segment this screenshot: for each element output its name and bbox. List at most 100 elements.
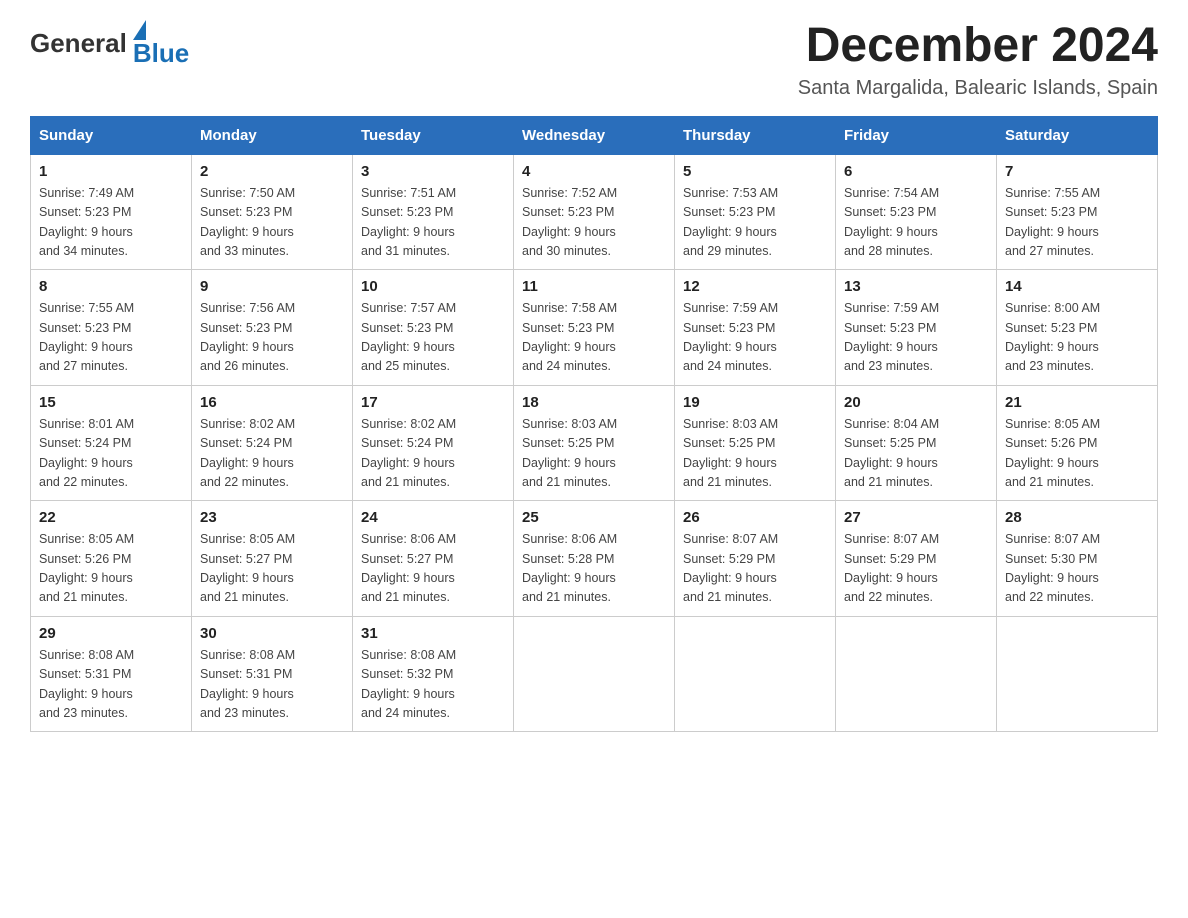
day-cell-20: 20 Sunrise: 8:04 AM Sunset: 5:25 PM Dayl… xyxy=(836,385,997,501)
empty-cell xyxy=(514,616,675,732)
day-info: Sunrise: 7:56 AM Sunset: 5:23 PM Dayligh… xyxy=(200,301,295,373)
day-cell-30: 30 Sunrise: 8:08 AM Sunset: 5:31 PM Dayl… xyxy=(192,616,353,732)
day-number: 19 xyxy=(683,394,827,411)
day-number: 15 xyxy=(39,394,183,411)
calendar-table: SundayMondayTuesdayWednesdayThursdayFrid… xyxy=(30,116,1158,733)
day-info: Sunrise: 8:06 AM Sunset: 5:27 PM Dayligh… xyxy=(361,532,456,604)
day-info: Sunrise: 7:53 AM Sunset: 5:23 PM Dayligh… xyxy=(683,186,778,258)
day-info: Sunrise: 8:00 AM Sunset: 5:23 PM Dayligh… xyxy=(1005,301,1100,373)
day-cell-11: 11 Sunrise: 7:58 AM Sunset: 5:23 PM Dayl… xyxy=(514,270,675,386)
day-info: Sunrise: 8:03 AM Sunset: 5:25 PM Dayligh… xyxy=(683,417,778,489)
day-info: Sunrise: 7:59 AM Sunset: 5:23 PM Dayligh… xyxy=(683,301,778,373)
day-number: 4 xyxy=(522,163,666,180)
day-number: 30 xyxy=(200,625,344,642)
day-info: Sunrise: 7:55 AM Sunset: 5:23 PM Dayligh… xyxy=(1005,186,1100,258)
day-cell-1: 1 Sunrise: 7:49 AM Sunset: 5:23 PM Dayli… xyxy=(31,154,192,270)
column-header-monday: Monday xyxy=(192,116,353,154)
day-info: Sunrise: 7:51 AM Sunset: 5:23 PM Dayligh… xyxy=(361,186,456,258)
day-number: 11 xyxy=(522,278,666,295)
column-header-thursday: Thursday xyxy=(675,116,836,154)
page-header: General Blue December 2024 Santa Margali… xyxy=(30,20,1158,100)
day-number: 31 xyxy=(361,625,505,642)
day-number: 7 xyxy=(1005,163,1149,180)
day-info: Sunrise: 7:59 AM Sunset: 5:23 PM Dayligh… xyxy=(844,301,939,373)
day-cell-22: 22 Sunrise: 8:05 AM Sunset: 5:26 PM Dayl… xyxy=(31,501,192,617)
day-cell-7: 7 Sunrise: 7:55 AM Sunset: 5:23 PM Dayli… xyxy=(997,154,1158,270)
empty-cell xyxy=(997,616,1158,732)
week-row-3: 15 Sunrise: 8:01 AM Sunset: 5:24 PM Dayl… xyxy=(31,385,1158,501)
day-info: Sunrise: 8:05 AM Sunset: 5:27 PM Dayligh… xyxy=(200,532,295,604)
day-number: 23 xyxy=(200,509,344,526)
day-number: 3 xyxy=(361,163,505,180)
day-number: 2 xyxy=(200,163,344,180)
day-info: Sunrise: 7:50 AM Sunset: 5:23 PM Dayligh… xyxy=(200,186,295,258)
day-number: 17 xyxy=(361,394,505,411)
week-row-1: 1 Sunrise: 7:49 AM Sunset: 5:23 PM Dayli… xyxy=(31,154,1158,270)
day-number: 12 xyxy=(683,278,827,295)
day-info: Sunrise: 7:55 AM Sunset: 5:23 PM Dayligh… xyxy=(39,301,134,373)
day-info: Sunrise: 7:57 AM Sunset: 5:23 PM Dayligh… xyxy=(361,301,456,373)
day-cell-19: 19 Sunrise: 8:03 AM Sunset: 5:25 PM Dayl… xyxy=(675,385,836,501)
day-number: 1 xyxy=(39,163,183,180)
day-info: Sunrise: 8:08 AM Sunset: 5:32 PM Dayligh… xyxy=(361,648,456,720)
week-row-4: 22 Sunrise: 8:05 AM Sunset: 5:26 PM Dayl… xyxy=(31,501,1158,617)
column-header-sunday: Sunday xyxy=(31,116,192,154)
day-number: 9 xyxy=(200,278,344,295)
logo: General Blue xyxy=(30,20,189,66)
empty-cell xyxy=(836,616,997,732)
day-cell-8: 8 Sunrise: 7:55 AM Sunset: 5:23 PM Dayli… xyxy=(31,270,192,386)
day-number: 27 xyxy=(844,509,988,526)
day-cell-23: 23 Sunrise: 8:05 AM Sunset: 5:27 PM Dayl… xyxy=(192,501,353,617)
day-cell-12: 12 Sunrise: 7:59 AM Sunset: 5:23 PM Dayl… xyxy=(675,270,836,386)
title-section: December 2024 Santa Margalida, Balearic … xyxy=(798,20,1158,100)
day-number: 26 xyxy=(683,509,827,526)
column-header-tuesday: Tuesday xyxy=(353,116,514,154)
month-title: December 2024 xyxy=(798,20,1158,73)
day-info: Sunrise: 8:07 AM Sunset: 5:30 PM Dayligh… xyxy=(1005,532,1100,604)
day-number: 25 xyxy=(522,509,666,526)
day-info: Sunrise: 7:49 AM Sunset: 5:23 PM Dayligh… xyxy=(39,186,134,258)
day-cell-14: 14 Sunrise: 8:00 AM Sunset: 5:23 PM Dayl… xyxy=(997,270,1158,386)
day-number: 21 xyxy=(1005,394,1149,411)
calendar-body: 1 Sunrise: 7:49 AM Sunset: 5:23 PM Dayli… xyxy=(31,154,1158,732)
day-info: Sunrise: 8:07 AM Sunset: 5:29 PM Dayligh… xyxy=(844,532,939,604)
day-number: 16 xyxy=(200,394,344,411)
day-cell-28: 28 Sunrise: 8:07 AM Sunset: 5:30 PM Dayl… xyxy=(997,501,1158,617)
day-cell-16: 16 Sunrise: 8:02 AM Sunset: 5:24 PM Dayl… xyxy=(192,385,353,501)
day-cell-21: 21 Sunrise: 8:05 AM Sunset: 5:26 PM Dayl… xyxy=(997,385,1158,501)
day-number: 20 xyxy=(844,394,988,411)
day-cell-25: 25 Sunrise: 8:06 AM Sunset: 5:28 PM Dayl… xyxy=(514,501,675,617)
day-cell-15: 15 Sunrise: 8:01 AM Sunset: 5:24 PM Dayl… xyxy=(31,385,192,501)
day-cell-4: 4 Sunrise: 7:52 AM Sunset: 5:23 PM Dayli… xyxy=(514,154,675,270)
day-cell-17: 17 Sunrise: 8:02 AM Sunset: 5:24 PM Dayl… xyxy=(353,385,514,501)
day-cell-13: 13 Sunrise: 7:59 AM Sunset: 5:23 PM Dayl… xyxy=(836,270,997,386)
day-cell-24: 24 Sunrise: 8:06 AM Sunset: 5:27 PM Dayl… xyxy=(353,501,514,617)
day-cell-26: 26 Sunrise: 8:07 AM Sunset: 5:29 PM Dayl… xyxy=(675,501,836,617)
day-info: Sunrise: 8:06 AM Sunset: 5:28 PM Dayligh… xyxy=(522,532,617,604)
empty-cell xyxy=(675,616,836,732)
day-info: Sunrise: 7:54 AM Sunset: 5:23 PM Dayligh… xyxy=(844,186,939,258)
day-number: 10 xyxy=(361,278,505,295)
calendar-header: SundayMondayTuesdayWednesdayThursdayFrid… xyxy=(31,116,1158,154)
day-cell-5: 5 Sunrise: 7:53 AM Sunset: 5:23 PM Dayli… xyxy=(675,154,836,270)
day-info: Sunrise: 7:52 AM Sunset: 5:23 PM Dayligh… xyxy=(522,186,617,258)
day-number: 28 xyxy=(1005,509,1149,526)
day-cell-31: 31 Sunrise: 8:08 AM Sunset: 5:32 PM Dayl… xyxy=(353,616,514,732)
day-number: 13 xyxy=(844,278,988,295)
day-number: 14 xyxy=(1005,278,1149,295)
day-number: 6 xyxy=(844,163,988,180)
day-number: 22 xyxy=(39,509,183,526)
day-info: Sunrise: 8:02 AM Sunset: 5:24 PM Dayligh… xyxy=(200,417,295,489)
day-number: 29 xyxy=(39,625,183,642)
day-info: Sunrise: 8:01 AM Sunset: 5:24 PM Dayligh… xyxy=(39,417,134,489)
day-info: Sunrise: 8:05 AM Sunset: 5:26 PM Dayligh… xyxy=(39,532,134,604)
logo-text-blue: Blue xyxy=(133,40,189,66)
day-info: Sunrise: 8:04 AM Sunset: 5:25 PM Dayligh… xyxy=(844,417,939,489)
column-header-friday: Friday xyxy=(836,116,997,154)
day-cell-10: 10 Sunrise: 7:57 AM Sunset: 5:23 PM Dayl… xyxy=(353,270,514,386)
week-row-5: 29 Sunrise: 8:08 AM Sunset: 5:31 PM Dayl… xyxy=(31,616,1158,732)
day-number: 24 xyxy=(361,509,505,526)
day-info: Sunrise: 8:07 AM Sunset: 5:29 PM Dayligh… xyxy=(683,532,778,604)
day-number: 18 xyxy=(522,394,666,411)
day-number: 8 xyxy=(39,278,183,295)
